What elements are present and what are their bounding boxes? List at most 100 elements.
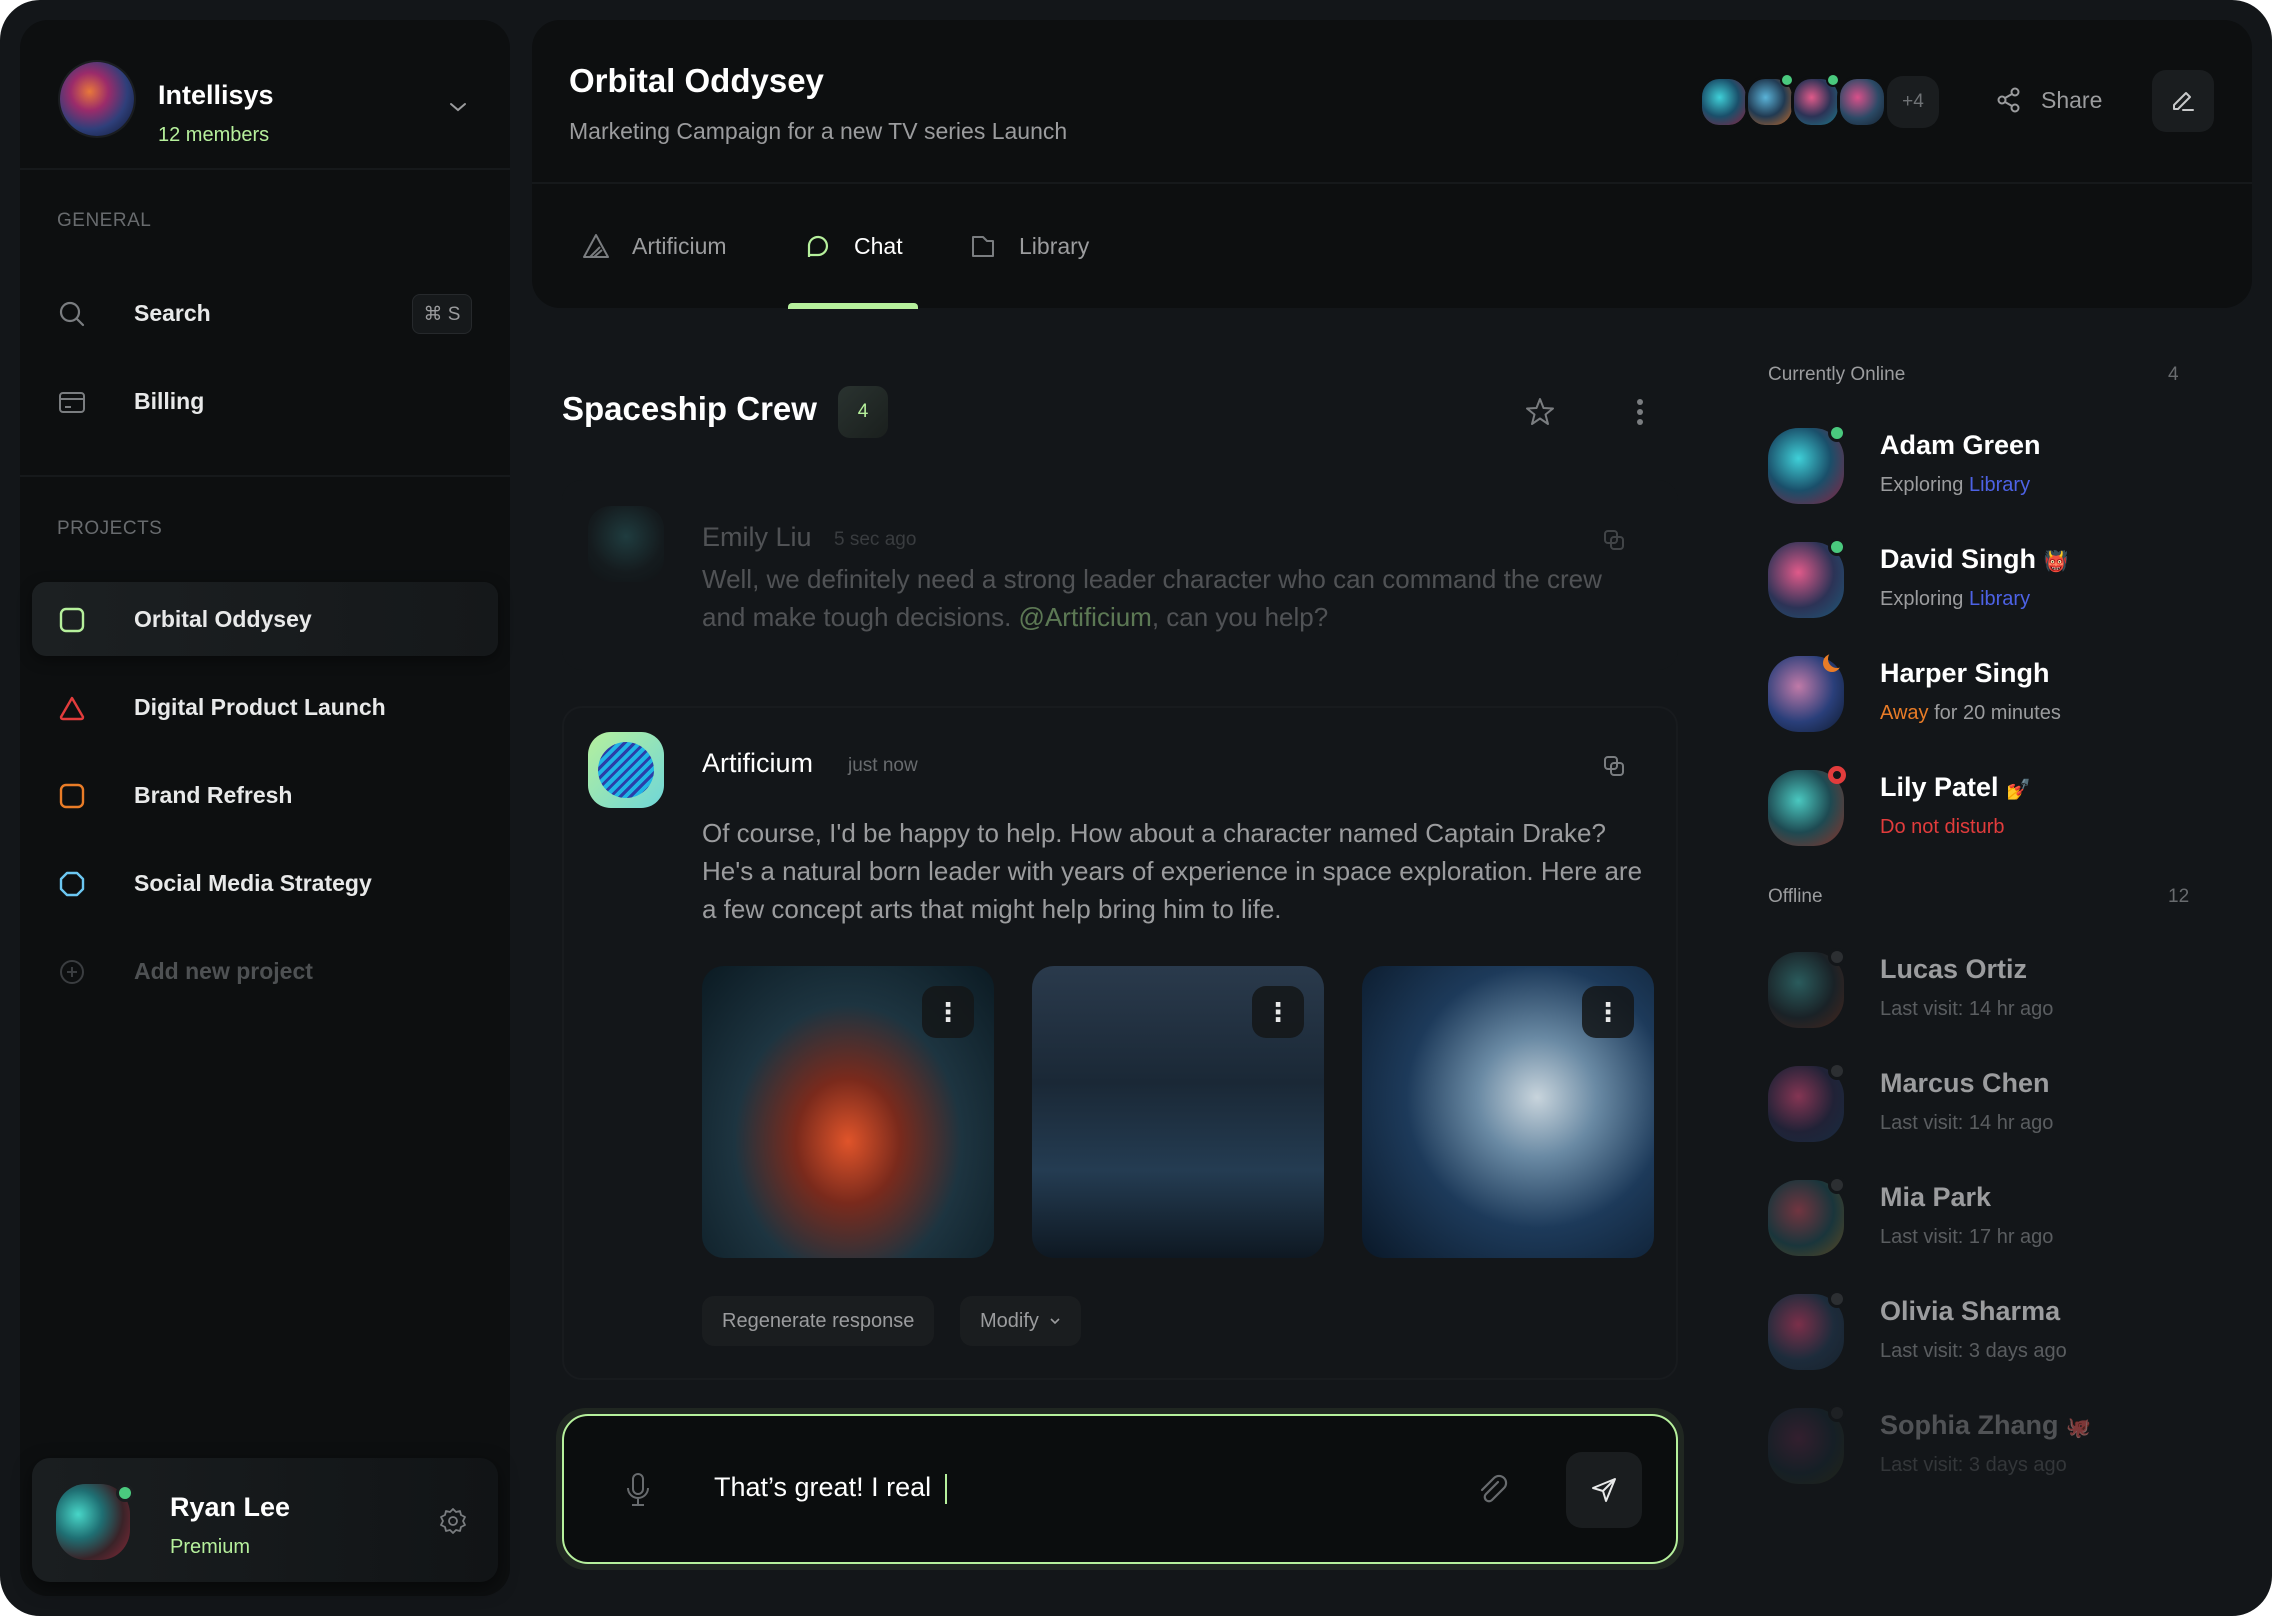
keyboard-shortcut: ⌘ S: [412, 294, 472, 334]
tab-label: Chat: [854, 232, 903, 259]
project-label: Digital Product Launch: [134, 693, 386, 720]
member-item[interactable]: Lily Patel 💅 Do not disturb: [1768, 766, 2188, 870]
online-status-dot: [116, 1484, 134, 1502]
edit-button[interactable]: [2152, 70, 2214, 132]
avatar: [1745, 73, 1795, 128]
status-emoji: 🐙: [2066, 1417, 2091, 1439]
artificium-logo-icon: [583, 234, 609, 258]
message-input[interactable]: That’s great! I real: [562, 1414, 1678, 1564]
concept-art-image[interactable]: ⋮: [702, 966, 994, 1258]
sidebar-item-search[interactable]: Search ⌘ S: [32, 276, 498, 350]
offline-status-dot: [1828, 1062, 1846, 1080]
modify-dropdown[interactable]: Modify: [960, 1296, 1081, 1346]
project-item-social-media-strategy[interactable]: Social Media Strategy: [32, 846, 498, 920]
current-user-card[interactable]: Ryan Lee Premium: [32, 1458, 498, 1582]
send-button[interactable]: [1566, 1452, 1642, 1528]
sidebar-item-label: Search: [134, 299, 211, 326]
member-status: Away for 20 minutes: [1880, 702, 2061, 724]
avatar: [1791, 73, 1841, 128]
library-link[interactable]: Library: [1969, 588, 2030, 610]
member-item[interactable]: Adam Green Exploring Library: [1768, 424, 2188, 528]
chevron-down-icon: [1050, 1318, 1060, 1325]
status-emoji: 👹: [2043, 551, 2069, 573]
pencil-icon: [2173, 92, 2194, 111]
message-input-value[interactable]: That’s great! I real: [714, 1472, 947, 1504]
triangle-icon: [59, 696, 85, 721]
member-name: Harper Singh: [1880, 658, 2050, 688]
member-item[interactable]: David Singh 👹 Exploring Library: [1768, 538, 2188, 642]
tab-artificium[interactable]: Artificium: [582, 232, 727, 260]
square-icon: [59, 783, 85, 809]
regenerate-response-button[interactable]: Regenerate response: [702, 1296, 935, 1346]
member-avatar-stack[interactable]: +4: [1699, 73, 1939, 128]
member-name: Lily Patel 💅: [1880, 772, 2031, 802]
sidebar: Intellisys 12 members GENERAL Search ⌘ S…: [20, 20, 510, 1596]
member-item[interactable]: Olivia Sharma Last visit: 3 days ago: [1768, 1290, 2188, 1394]
workspace-name: Intellisys: [158, 80, 274, 110]
member-name: Sophia Zhang 🐙: [1880, 1410, 2091, 1440]
chat-bubble-icon: [807, 235, 829, 257]
more-options-icon[interactable]: [1630, 396, 1650, 428]
chevron-down-icon[interactable]: [448, 100, 468, 114]
offline-count: 12: [2168, 886, 2190, 907]
square-icon: [59, 607, 85, 633]
add-project-button[interactable]: Add new project: [32, 934, 498, 1008]
concept-art-image[interactable]: ⋮: [1032, 966, 1324, 1258]
member-status: Last visit: 17 hr ago: [1880, 1226, 2054, 1248]
member-name: Lucas Ortiz: [1880, 954, 2028, 984]
offline-status-dot: [1828, 1404, 1846, 1422]
share-button[interactable]: Share: [1995, 86, 2102, 114]
member-name: Marcus Chen: [1880, 1068, 2050, 1098]
app-window: Intellisys 12 members GENERAL Search ⌘ S…: [0, 0, 2272, 1616]
microphone-icon[interactable]: [622, 1472, 654, 1508]
status-emoji: 💅: [2006, 779, 2031, 801]
online-status-dot: [1828, 424, 1846, 442]
image-menu-button[interactable]: ⋮: [1582, 986, 1634, 1038]
member-name: Adam Green: [1880, 430, 2041, 460]
online-section-label: Currently Online: [1768, 364, 1906, 385]
message-author: Emily Liu: [702, 522, 812, 552]
message-time: just now: [848, 755, 918, 776]
project-label: Social Media Strategy: [134, 869, 372, 896]
image-menu-button[interactable]: ⋮: [922, 986, 974, 1038]
avatar: [1768, 656, 1844, 732]
member-item[interactable]: Harper Singh Away for 20 minutes: [1768, 656, 2188, 756]
project-item-orbital-oddysey[interactable]: Orbital Oddysey: [32, 582, 498, 656]
mention-link[interactable]: @Artificium: [1019, 602, 1152, 632]
project-header: Orbital Oddysey Marketing Campaign for a…: [532, 20, 2252, 309]
text-caret: [944, 1473, 947, 1504]
paperclip-icon[interactable]: [1474, 1472, 1510, 1508]
online-count: 4: [2168, 364, 2179, 385]
star-icon[interactable]: [1524, 396, 1556, 428]
workspace-switcher[interactable]: Intellisys 12 members: [20, 20, 510, 170]
message-text: Well, we definitely need a strong leader…: [702, 564, 1602, 632]
general-section-label: GENERAL: [57, 210, 152, 231]
library-link[interactable]: Library: [1969, 474, 2030, 496]
workspace-logo: [60, 62, 134, 136]
copy-icon[interactable]: [1602, 754, 1626, 778]
member-item[interactable]: Marcus Chen Last visit: 14 hr ago: [1768, 1062, 2188, 1166]
gear-icon[interactable]: [438, 1506, 468, 1536]
send-icon: [1592, 1478, 1616, 1502]
member-item[interactable]: Mia Park Last visit: 17 hr ago: [1768, 1176, 2188, 1280]
plus-circle-icon: [60, 960, 84, 984]
concept-art-image[interactable]: ⋮: [1362, 966, 1654, 1258]
more-members-count[interactable]: +4: [1887, 76, 1939, 128]
moon-icon: [1828, 650, 1846, 668]
project-item-digital-product-launch[interactable]: Digital Product Launch: [32, 670, 498, 744]
sidebar-item-billing[interactable]: Billing: [32, 364, 498, 438]
offline-section-label: Offline: [1768, 886, 1823, 907]
tab-library[interactable]: Library: [969, 232, 1089, 260]
project-item-brand-refresh[interactable]: Brand Refresh: [32, 758, 498, 832]
user-name: Ryan Lee: [170, 1492, 291, 1522]
offline-status-dot: [1828, 1290, 1846, 1308]
avatar: [588, 506, 664, 582]
member-item[interactable]: Sophia Zhang 🐙 Last visit: 3 days ago: [1768, 1404, 2188, 1508]
folder-icon: [972, 236, 994, 257]
copy-icon[interactable]: [1602, 528, 1626, 552]
member-item[interactable]: Lucas Ortiz Last visit: 14 hr ago: [1768, 948, 2188, 1052]
image-menu-button[interactable]: ⋮: [1252, 986, 1304, 1038]
user-plan: Premium: [170, 1536, 251, 1558]
tab-chat[interactable]: Chat: [804, 232, 903, 260]
chat-member-count-badge: 4: [838, 386, 888, 438]
